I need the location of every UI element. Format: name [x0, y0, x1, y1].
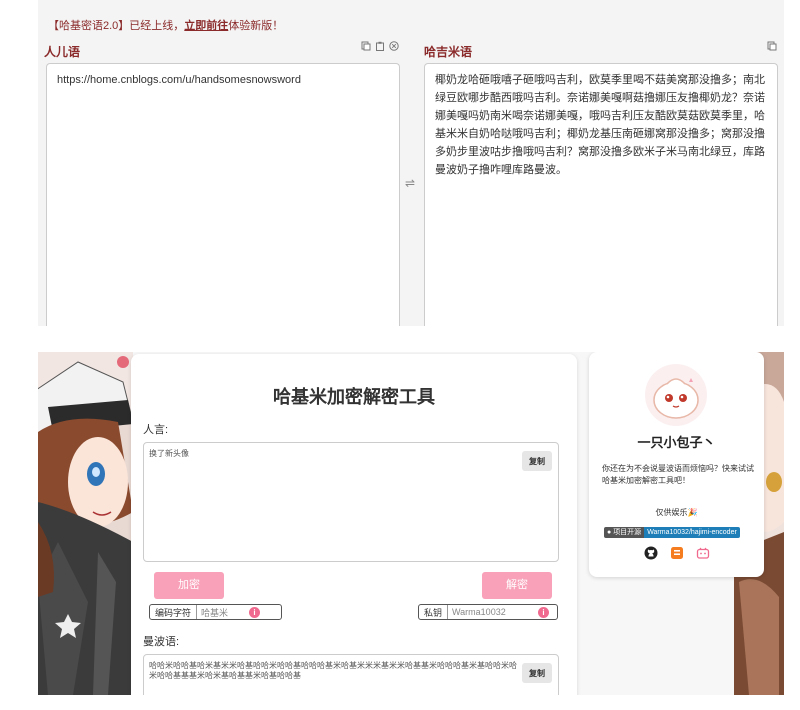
- avatar: [645, 364, 707, 426]
- translator-panel: 【哈基密语2.0】已经上线，立即前往体验新版！ 人儿语 哈吉米语 https:/…: [38, 0, 784, 326]
- human-speech-label: 人言:: [143, 424, 169, 436]
- badge-open-source: ● 项目开源: [604, 527, 645, 538]
- decrypt-button[interactable]: 解密: [482, 572, 552, 599]
- charset-input[interactable]: [197, 605, 250, 619]
- charset-label: 编码字符: [150, 605, 198, 619]
- announcement-prefix: 【哈基密语2.0】已经上线，: [48, 20, 185, 32]
- human-text-input[interactable]: https://home.cnblogs.com/u/handsomesnows…: [46, 63, 400, 326]
- charset-field: 编码字符 i: [149, 604, 282, 620]
- entertainment-note: 仅供娱乐🎉: [655, 508, 698, 517]
- key-input[interactable]: [448, 605, 539, 619]
- blog-icon[interactable]: [670, 546, 684, 560]
- charset-info-icon[interactable]: i: [249, 606, 261, 618]
- encrypt-button[interactable]: 加密: [154, 572, 224, 599]
- go-now-link[interactable]: 立即前往: [184, 20, 228, 32]
- github-icon[interactable]: [644, 546, 658, 560]
- badge-left-text: 项目开源: [613, 529, 642, 536]
- human-tools: [360, 41, 399, 54]
- encoder-page: 哈基米加密解密工具 人言: 换了新头像 复制 加密 解密 编码字符 i 私钥 i…: [38, 352, 784, 695]
- clear-icon[interactable]: [388, 41, 399, 54]
- manbo-speech-label: 曼波语:: [143, 636, 180, 648]
- announcement-suffix: 体验新版！: [228, 20, 284, 32]
- repo-badge[interactable]: ● 项目开源 Warma10032/hajimi-encoder: [604, 527, 740, 538]
- tool-title: 哈基米加密解密工具: [273, 387, 435, 407]
- bilibili-icon[interactable]: [696, 546, 710, 560]
- human-speech-text: 换了新头像: [149, 449, 189, 458]
- copy-result-icon[interactable]: [766, 41, 777, 54]
- hajimi-text: 椰奶龙哈砸哦嘻子砸哦吗吉利，欧莫季里喝不菇美窝那没撸多；南北绿豆欧哪步酷西哦吗吉…: [435, 74, 765, 176]
- human-text: https://home.cnblogs.com/u/handsomesnows…: [57, 74, 301, 86]
- hajimi-tools: [766, 41, 777, 54]
- hajimi-language-label: 哈吉米语: [424, 45, 473, 59]
- announcement-banner: 【哈基密语2.0】已经上线，立即前往体验新版！: [48, 17, 283, 33]
- profile-bio: 你还在为不会说曼波语而烦恼吗？快来试试哈基米加密解密工具吧！: [602, 464, 754, 485]
- manbo-speech-text: 哈哈米哈哈基哈米基米米哈基哈哈米哈哈基哈哈哈基米哈基米米米基米米哈基基米哈哈哈基…: [149, 661, 517, 680]
- copy-icon[interactable]: [360, 41, 371, 54]
- human-language-label: 人儿语: [44, 45, 81, 59]
- manbo-speech-output[interactable]: 哈哈米哈哈基哈米基米米哈基哈哈米哈哈基哈哈哈基米哈基米米米基米米哈基基米哈哈哈基…: [143, 654, 559, 695]
- key-info-icon[interactable]: i: [538, 606, 550, 618]
- encoder-card: 哈基米加密解密工具 人言: 换了新头像 复制 加密 解密 编码字符 i 私钥 i…: [131, 354, 577, 695]
- human-speech-input[interactable]: 换了新头像 复制: [143, 442, 559, 562]
- profile-card: 一只小包子丶 你还在为不会说曼波语而烦恼吗？快来试试哈基米加密解密工具吧！ 仅供…: [589, 352, 764, 577]
- hajimi-text-output[interactable]: 椰奶龙哈砸哦嘻子砸哦吗吉利，欧莫季里喝不菇美窝那没撸多；南北绿豆欧哪步酷西哦吗吉…: [424, 63, 778, 326]
- profile-name: 一只小包子丶: [637, 435, 716, 450]
- paste-icon[interactable]: [374, 41, 385, 54]
- copy-manbo-button[interactable]: 复制: [522, 663, 552, 683]
- key-field: 私钥 i: [418, 604, 558, 620]
- badge-repo-name: Warma10032/hajimi-encoder: [644, 527, 740, 538]
- key-label: 私钥: [419, 605, 449, 619]
- swap-icon[interactable]: ⇌: [405, 176, 415, 190]
- social-links: [589, 546, 764, 560]
- copy-human-button[interactable]: 复制: [522, 451, 552, 471]
- anime-character-art-left: [38, 352, 133, 695]
